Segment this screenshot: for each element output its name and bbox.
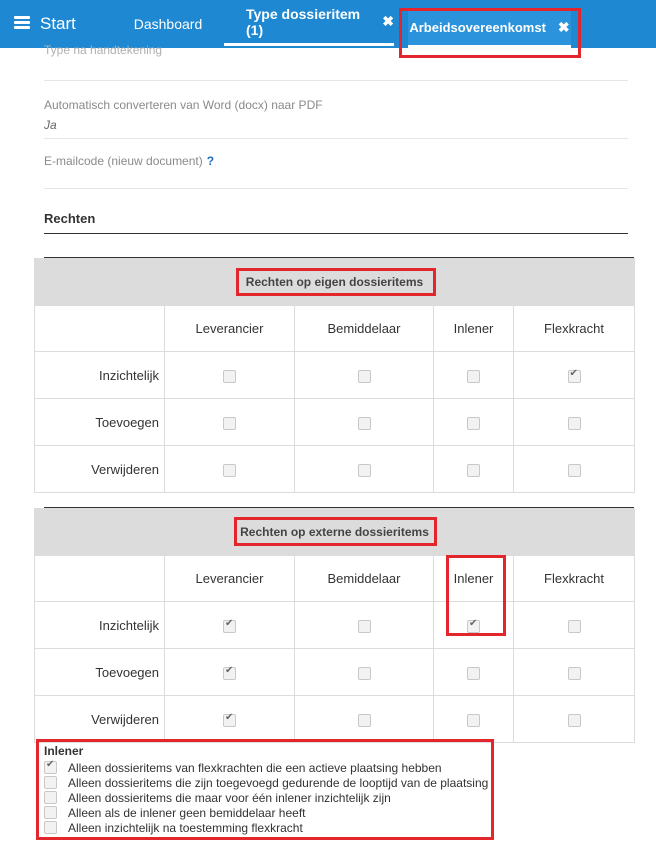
top-navigation-bar: Start Dashboard Type dossieritem (1) ✖ A…	[0, 0, 656, 48]
column-header-empty	[34, 305, 165, 352]
checkbox[interactable]	[357, 713, 371, 727]
checkbox[interactable]	[467, 713, 480, 727]
checkbox[interactable]	[44, 776, 57, 789]
checkbox[interactable]	[357, 619, 371, 633]
table-row: Inzichtelijk	[34, 601, 636, 649]
checkbox[interactable]	[467, 463, 480, 477]
checkbox[interactable]	[467, 369, 480, 383]
table-caption: Rechten op eigen dossieritems	[34, 258, 635, 306]
tab-type-dossieritem[interactable]: Type dossieritem (1) ✖	[224, 0, 394, 46]
list-item[interactable]: Alleen dossieritems die maar voor één in…	[44, 790, 488, 805]
inlener-options-list: Alleen dossieritems van flexkrachten die…	[44, 759, 488, 835]
checkbox[interactable]	[44, 806, 57, 819]
column-header-inlener: Inlener	[433, 305, 514, 352]
field-label-email: E-mailcode (nieuw document)?	[44, 154, 214, 168]
checkbox[interactable]	[223, 665, 236, 680]
menu-icon[interactable]	[14, 16, 30, 29]
table-row: Toevoegen	[34, 648, 636, 696]
field-label-handtekening: Type na handtekening	[44, 43, 163, 57]
list-item[interactable]: Alleen als de inlener geen bemiddelaar h…	[44, 805, 488, 820]
checkbox[interactable]	[567, 416, 581, 430]
row-label-verwijderen: Verwijderen	[34, 445, 165, 493]
row-label-inzichtelijk: Inzichtelijk	[34, 601, 165, 649]
list-item[interactable]: Alleen dossieritems van flexkrachten die…	[44, 759, 488, 775]
checkbox[interactable]	[567, 713, 581, 727]
option-label: Alleen dossieritems die zijn toegevoegd …	[68, 775, 489, 790]
field-label-convert: Automatisch converteren van Word (docx) …	[44, 98, 323, 112]
tab-dashboard[interactable]: Dashboard	[122, 0, 214, 48]
option-label: Alleen als de inlener geen bemiddelaar h…	[68, 805, 306, 820]
option-label: Alleen dossieritems die maar voor één in…	[68, 790, 391, 805]
checkbox[interactable]	[44, 791, 57, 804]
section-divider	[44, 233, 628, 234]
checkbox[interactable]	[44, 759, 57, 774]
list-item[interactable]: Alleen inzichtelijk na toestemming flexk…	[44, 820, 488, 835]
rights-table-external: Rechten op externe dossieritems Leveranc…	[33, 508, 636, 743]
option-label: Alleen dossieritems van flexkrachten die…	[68, 760, 442, 775]
start-link[interactable]: Start	[40, 14, 76, 34]
column-header-bemiddelaar: Bemiddelaar	[294, 555, 434, 602]
table-row: Verwijderen	[34, 445, 635, 493]
column-header-inlener: Inlener	[433, 555, 514, 602]
row-label-inzichtelijk: Inzichtelijk	[34, 351, 165, 399]
inlener-options-title: Inlener	[44, 744, 84, 758]
checkbox[interactable]	[223, 618, 236, 633]
close-icon[interactable]: ✖	[382, 13, 394, 30]
checkbox[interactable]	[223, 463, 236, 477]
help-icon[interactable]: ?	[207, 154, 214, 168]
rights-table-own: Rechten op eigen dossieritems Leverancie…	[34, 258, 635, 493]
checkbox[interactable]	[567, 463, 581, 477]
field-divider	[44, 188, 628, 189]
checkbox[interactable]	[357, 463, 371, 477]
tab-arbeidsovereenkomst[interactable]: Arbeidsovereenkomst ✖	[408, 10, 571, 48]
field-divider	[44, 80, 628, 81]
checkbox[interactable]	[567, 666, 581, 680]
column-header-leverancier: Leverancier	[164, 555, 295, 602]
column-header-empty	[34, 555, 165, 602]
field-value-convert[interactable]: Ja	[44, 118, 57, 132]
checkbox[interactable]	[357, 369, 371, 383]
column-header-bemiddelaar: Bemiddelaar	[294, 305, 434, 352]
checkbox[interactable]	[467, 416, 480, 430]
tab-label: Dashboard	[133, 16, 203, 32]
option-label: Alleen inzichtelijk na toestemming flexk…	[68, 820, 303, 835]
table-row: Verwijderen	[34, 695, 636, 743]
checkbox[interactable]	[223, 416, 236, 430]
checkbox[interactable]	[467, 666, 480, 680]
tab-label: Type dossieritem (1)	[246, 5, 361, 38]
email-label-text: E-mailcode (nieuw document)	[44, 154, 203, 168]
checkbox[interactable]	[357, 666, 371, 680]
column-header-flexkracht: Flexkracht	[513, 305, 635, 352]
checkbox[interactable]	[567, 619, 581, 633]
row-label-toevoegen: Toevoegen	[34, 398, 165, 446]
column-header-leverancier: Leverancier	[164, 305, 295, 352]
column-header-flexkracht: Flexkracht	[512, 555, 636, 602]
checkbox[interactable]	[223, 712, 236, 727]
field-divider	[44, 138, 628, 139]
table-row: Toevoegen	[34, 398, 635, 446]
row-label-verwijderen: Verwijderen	[34, 695, 165, 743]
checkbox[interactable]	[467, 618, 480, 633]
checkbox[interactable]	[223, 369, 236, 383]
tab-label: Arbeidsovereenkomst	[409, 20, 546, 35]
close-icon[interactable]: ✖	[558, 19, 570, 36]
table-caption: Rechten op externe dossieritems	[33, 508, 636, 556]
list-item[interactable]: Alleen dossieritems die zijn toegevoegd …	[44, 775, 488, 790]
checkbox[interactable]	[567, 368, 581, 383]
table-row: Inzichtelijk	[34, 351, 635, 399]
row-label-toevoegen: Toevoegen	[34, 648, 165, 696]
checkbox[interactable]	[44, 821, 57, 834]
checkbox[interactable]	[357, 416, 371, 430]
section-title-rechten: Rechten	[44, 211, 96, 226]
